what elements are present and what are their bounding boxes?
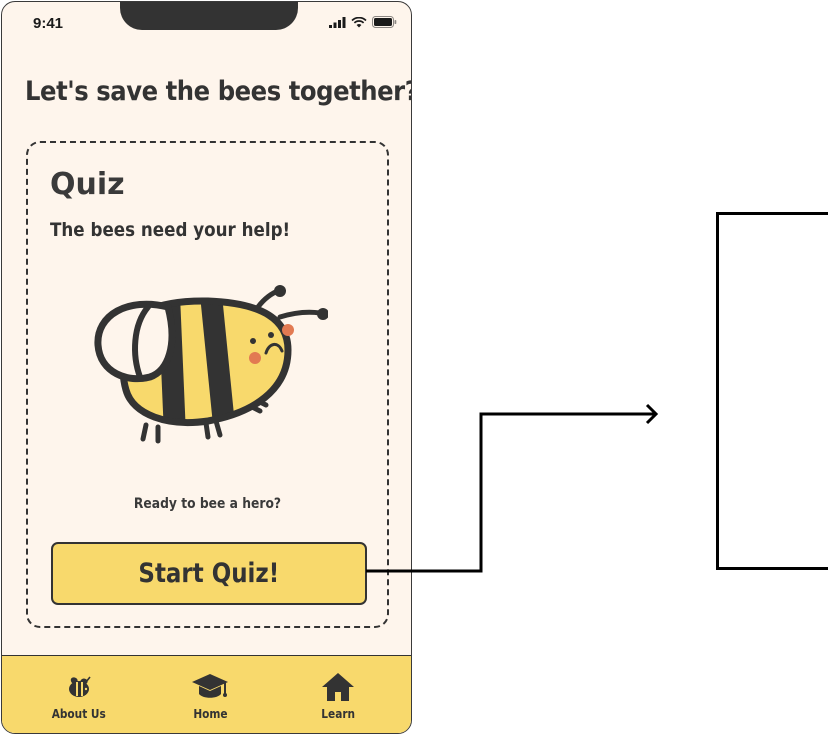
flow-connector xyxy=(366,403,659,573)
prototype-canvas: 9:41 Let's save the bees together? Quiz xyxy=(0,0,828,736)
next-screen-frame xyxy=(716,212,828,570)
